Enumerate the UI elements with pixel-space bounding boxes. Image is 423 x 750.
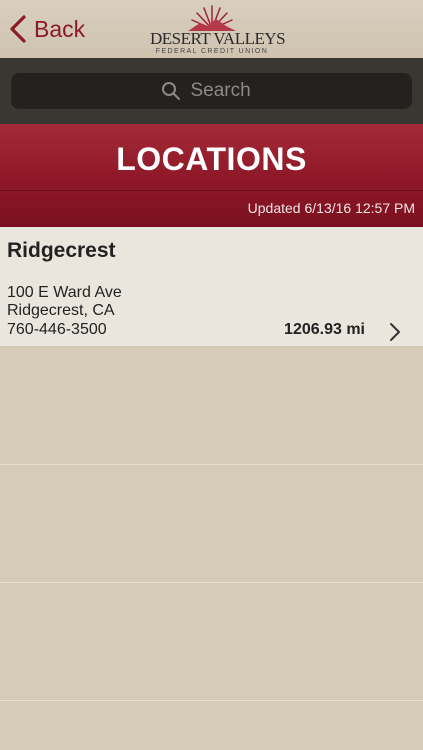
location-address-line1: 100 E Ward Ave xyxy=(7,284,122,301)
location-distance: 1206.93 mi xyxy=(284,321,365,338)
top-nav-bar: Back DESERT VALLEYS FEDERAL CREDIT UNION xyxy=(0,0,423,58)
location-row-ridgecrest[interactable]: Ridgecrest 100 E Ward Ave Ridgecrest, CA… xyxy=(0,227,423,347)
search-input[interactable] xyxy=(188,79,263,103)
brand-logo: DESERT VALLEYS FEDERAL CREDIT UNION xyxy=(150,3,286,55)
empty-list-row xyxy=(0,465,423,583)
location-phone[interactable]: 760-446-3500 xyxy=(7,321,107,339)
location-address-line2: Ridgecrest, CA xyxy=(7,302,115,319)
search-bar xyxy=(0,58,423,124)
empty-list-row xyxy=(0,583,423,701)
logo-wordmark: DESERT VALLEYS xyxy=(150,29,286,48)
updated-timestamp: Updated 6/13/16 12:57 PM xyxy=(247,200,415,216)
location-name: Ridgecrest xyxy=(7,239,116,262)
back-label: Back xyxy=(34,15,86,42)
logo-subtitle: FEDERAL CREDIT UNION xyxy=(155,48,269,55)
back-button[interactable]: Back xyxy=(8,14,85,44)
search-icon xyxy=(161,82,180,100)
chevron-left-icon xyxy=(10,15,26,43)
page-title: LOCATIONS xyxy=(116,141,307,177)
locations-header: LOCATIONS Updated 6/13/16 12:57 PM xyxy=(0,124,423,227)
empty-list-row xyxy=(0,347,423,465)
header-divider xyxy=(0,190,423,191)
search-field[interactable] xyxy=(11,73,412,109)
chevron-right-icon xyxy=(390,323,400,341)
